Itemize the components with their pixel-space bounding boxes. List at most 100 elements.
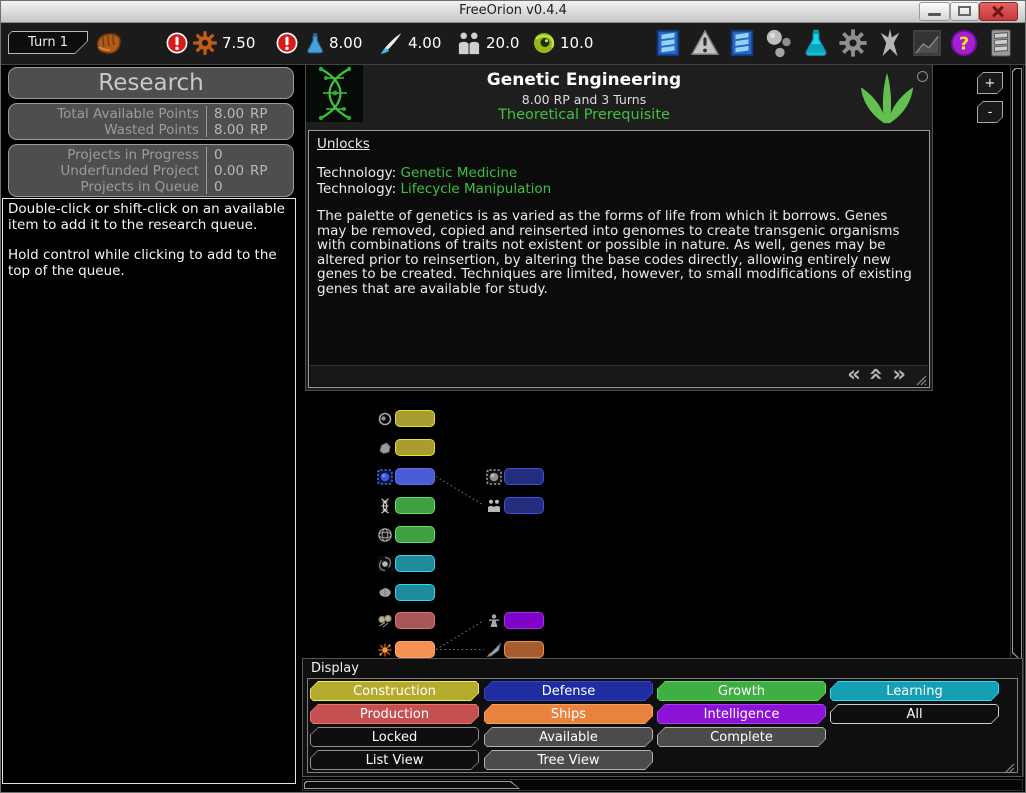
pedia-navbar: « « »	[310, 362, 928, 386]
unlocks-heading: Unlocks	[317, 136, 370, 152]
turn-button-label: Turn 1	[28, 35, 68, 50]
ships-tech-node[interactable]	[504, 641, 544, 658]
growth-tech-node[interactable]	[395, 497, 435, 514]
defense-tech-node[interactable]	[504, 497, 544, 514]
button-label: Defense	[541, 683, 596, 699]
stat-value: 0.00	[214, 163, 245, 179]
filter-learning-button[interactable]: Learning	[830, 681, 999, 701]
queue-button[interactable]	[727, 27, 757, 59]
filter-list-view-button[interactable]: List View	[310, 750, 479, 770]
research-indicator: 8.00	[276, 28, 362, 58]
growth-tech-node[interactable]	[395, 526, 435, 543]
defense-tech-node-selected[interactable]	[395, 468, 435, 485]
unlock-prefix: Technology:	[317, 181, 397, 197]
alerts-button[interactable]	[690, 27, 720, 59]
people-tech-icon	[486, 498, 502, 514]
research-button[interactable]	[801, 27, 831, 59]
freeorion-window: { "window": { "title": "FreeOrion v0.4.4…	[0, 0, 1026, 793]
sitrep-button[interactable]	[653, 27, 683, 59]
charts-button[interactable]	[912, 27, 942, 59]
trade-value: 4.00	[408, 34, 442, 52]
filter-locked-button[interactable]: Locked	[310, 727, 479, 747]
tech-description: The palette of genetics is as varied as …	[317, 208, 912, 297]
happiness-value: 10.0	[560, 34, 594, 52]
help-text-1: Double-click or shift-click on an availa…	[8, 201, 285, 233]
alert-icon	[166, 32, 188, 54]
research-panel-title: Research	[8, 67, 294, 99]
horizontal-scrollbar-thumb[interactable]	[304, 781, 520, 789]
menu-button[interactable]	[986, 27, 1016, 59]
research-sidebar: Research Total Available Points 8.00 RP …	[2, 64, 298, 786]
stat-row: Total Available Points 8.00 RP	[9, 106, 293, 122]
industry-value: 7.50	[222, 34, 256, 52]
unlock-link[interactable]: Genetic Medicine	[400, 165, 517, 181]
growth-category-icon	[856, 68, 918, 126]
dna-tech-icon	[377, 497, 393, 514]
defense-tech-node[interactable]	[504, 468, 544, 485]
projects-summary-box: Projects in Progress 0 Underfunded Proje…	[8, 144, 294, 197]
design-button[interactable]	[875, 27, 905, 59]
vthumb-face	[1013, 69, 1021, 661]
close-button[interactable]	[979, 2, 1018, 21]
tree-zoom-in-button[interactable]: +	[977, 72, 1003, 94]
nav-back-icon[interactable]: «	[847, 362, 861, 386]
help-text-2: Hold control while clicking to add to th…	[8, 247, 277, 279]
unlock-prefix: Technology:	[317, 165, 397, 181]
rock-tech-icon	[377, 440, 393, 456]
bells-tech-icon	[377, 613, 393, 629]
filter-growth-button[interactable]: Growth	[657, 681, 826, 701]
globe-tech-icon	[377, 527, 393, 543]
happiness-icon	[532, 31, 556, 55]
points-summary-box: Total Available Points 8.00 RP Wasted Po…	[8, 103, 294, 140]
zoom-out-label: -	[987, 104, 993, 120]
button-label: Locked	[371, 729, 418, 745]
population-indicator: 20.0	[456, 28, 519, 58]
population-value: 20.0	[486, 34, 520, 52]
filter-tree-view-button[interactable]: Tree View	[484, 750, 653, 770]
vertical-scrollbar-thumb[interactable]	[1012, 68, 1022, 662]
filter-available-button[interactable]: Available	[484, 727, 653, 747]
tech-title: Genetic Engineering	[486, 70, 682, 90]
pin-toggle-icon[interactable]	[917, 71, 928, 82]
resize-grip-icon[interactable]	[1004, 759, 1015, 774]
button-label: All	[906, 706, 923, 722]
population-icon	[456, 30, 482, 56]
button-label: Tree View	[537, 752, 600, 768]
pedia-button[interactable]: ?	[949, 27, 979, 59]
horizontal-scrollbar[interactable]	[302, 779, 1023, 791]
filter-all-button[interactable]: All	[830, 704, 999, 724]
filter-ships-button[interactable]: Ships	[484, 704, 653, 724]
turn-button[interactable]: Turn 1	[8, 31, 88, 54]
galaxy-tech-icon	[377, 555, 393, 572]
ships-tech-node[interactable]	[395, 641, 435, 658]
filter-complete-button[interactable]: Complete	[657, 727, 826, 747]
intelligence-tech-node[interactable]	[504, 612, 544, 629]
objects-button[interactable]	[764, 27, 794, 59]
production-button[interactable]	[838, 27, 868, 59]
spy-tech-icon	[486, 613, 502, 629]
button-label: Growth	[717, 683, 766, 699]
tree-zoom-out-button[interactable]: -	[977, 101, 1003, 123]
nav-forward-icon[interactable]: »	[892, 362, 906, 386]
filter-defense-button[interactable]: Defense	[484, 681, 653, 701]
learning-tech-node[interactable]	[395, 555, 435, 572]
production-tech-node[interactable]	[395, 612, 435, 629]
unlock-link[interactable]: Lifecycle Manipulation	[400, 181, 551, 197]
minimize-button[interactable]	[919, 2, 950, 21]
stat-unit: RP	[250, 106, 268, 122]
stat-value: 8.00	[214, 122, 245, 138]
tech-description-box: Unlocks Technology: Genetic Medicine Tec…	[308, 130, 930, 388]
stat-value: 0	[214, 179, 223, 195]
construction-tech-node[interactable]	[395, 439, 435, 456]
filter-production-button[interactable]: Production	[310, 704, 479, 724]
filter-construction-button[interactable]: Construction	[310, 681, 479, 701]
tech-type: Theoretical Prerequisite	[498, 107, 670, 123]
construction-tech-node[interactable]	[395, 410, 435, 427]
stat-row: Underfunded Project 0.00 RP	[9, 163, 293, 179]
resize-grip-icon[interactable]	[916, 374, 927, 386]
shieldgray-tech-icon	[486, 468, 502, 485]
maximize-button[interactable]	[950, 2, 979, 21]
nav-up-icon[interactable]: «	[862, 367, 891, 381]
filter-intelligence-button[interactable]: Intelligence	[657, 704, 826, 724]
learning-tech-node[interactable]	[395, 584, 435, 601]
